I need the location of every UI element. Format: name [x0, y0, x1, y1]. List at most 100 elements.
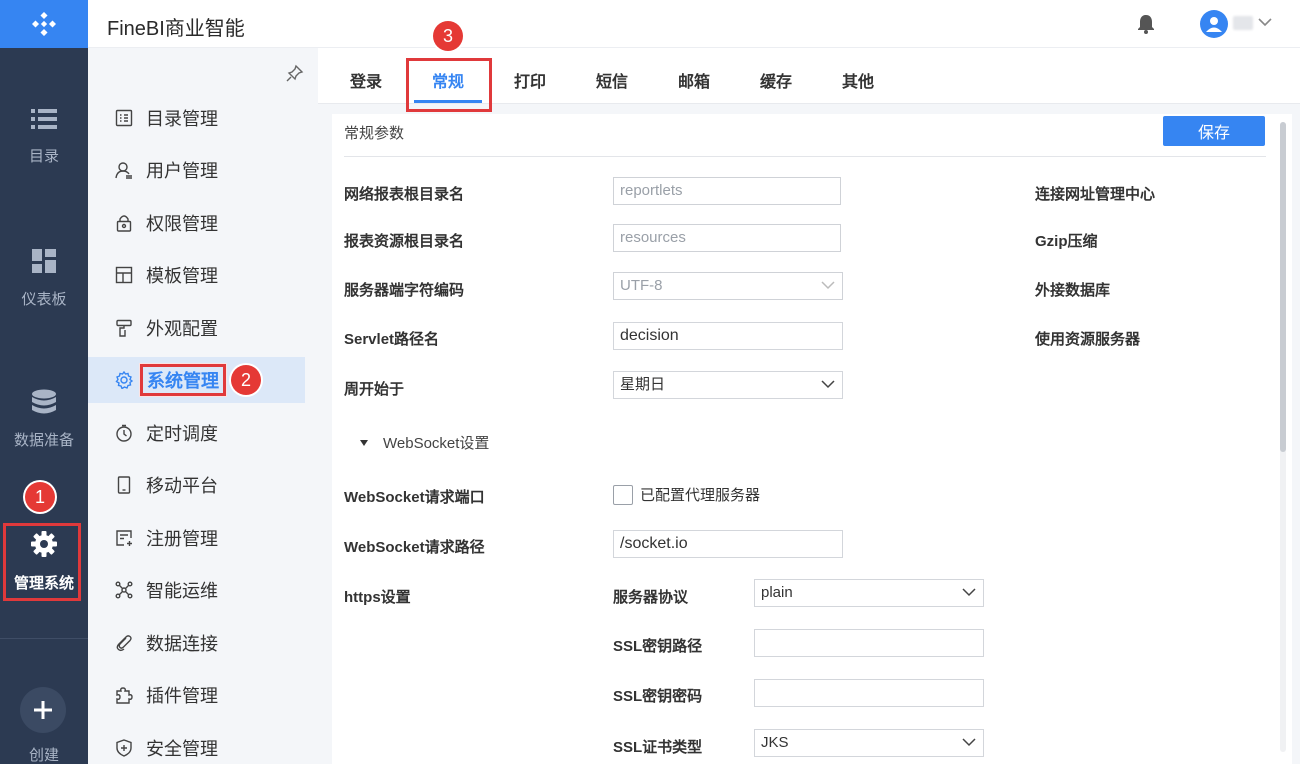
chevron-down-icon[interactable] [1258, 17, 1272, 27]
sidebar-item-ops[interactable]: 智能运维 [88, 567, 305, 613]
logo[interactable] [0, 0, 88, 48]
user-name-blurred[interactable] [1233, 16, 1253, 30]
panel-divider [344, 156, 1266, 157]
sidebar-item-security[interactable]: 安全管理 [88, 725, 305, 764]
proxy-server-checkbox[interactable]: 已配置代理服务器 [613, 484, 760, 505]
server-protocol-value: plain [761, 584, 793, 601]
timer-icon [116, 424, 132, 442]
tab-sms[interactable]: 短信 [596, 68, 628, 92]
tab-print[interactable]: 打印 [514, 68, 546, 92]
label-websocket-port: WebSocket请求端口 [344, 489, 485, 506]
sidebar-item-label: 移动平台 [146, 476, 218, 496]
callout-box-3 [406, 58, 492, 112]
label-report-resource-root: 报表资源根目录名 [344, 233, 465, 250]
label-ssl-cert-type: SSL证书类型 [613, 739, 703, 756]
gear-icon [115, 371, 133, 389]
avatar[interactable] [1200, 10, 1228, 38]
rail-item-label: 目录 [28, 148, 59, 165]
sidebar-item-catalog[interactable]: 目录管理 [88, 95, 305, 141]
rail-item-label: 仪表板 [21, 291, 67, 308]
label-week-start: 周开始于 [344, 381, 405, 398]
callout-badge-2: 2 [231, 365, 261, 395]
mobile-icon [117, 476, 131, 494]
list-icon [31, 109, 57, 129]
top-header: FineBI商业智能 [88, 0, 1300, 48]
puzzle-icon [116, 687, 133, 704]
label-url-management-center: 连接网址管理中心 [1035, 186, 1156, 203]
label-ssl-key-password: SSL密钥密码 [613, 688, 703, 705]
label-server-protocol: 服务器协议 [613, 589, 689, 606]
week-start-select[interactable]: 星期日 [613, 371, 843, 399]
label-web-report-root: 网络报表根目录名 [344, 186, 465, 203]
plus-icon [34, 701, 52, 719]
sidebar-item-label: 外观配置 [146, 319, 218, 339]
chevron-down-icon [821, 380, 835, 389]
sidebar-item-permissions[interactable]: 权限管理 [88, 200, 305, 246]
sidebar-item-label: 数据连接 [146, 634, 218, 654]
servlet-path-input[interactable]: decision [613, 322, 843, 350]
save-button[interactable]: 保存 [1163, 116, 1265, 146]
create-button[interactable] [20, 687, 66, 733]
label-resource-server: 使用资源服务器 [1035, 331, 1141, 348]
sidebar-item-label: 插件管理 [146, 686, 218, 706]
sidebar-item-label: 用户管理 [146, 161, 218, 181]
callout-badge-3: 3 [433, 21, 463, 51]
web-report-root-input[interactable]: reportlets [613, 177, 841, 205]
sidebar-item-label: 注册管理 [146, 529, 218, 549]
report-resource-root-input[interactable]: resources [613, 224, 841, 252]
label-https: https设置 [344, 589, 411, 606]
tab-other[interactable]: 其他 [842, 68, 874, 92]
app-root: 目录 仪表板 数据准备 管理系统 创建 FineBI商业智能 目录管理 用户管理… [0, 0, 1300, 764]
label-servlet-path: Servlet路径名 [344, 331, 440, 348]
create-label: 创建 [28, 747, 59, 764]
sidebar-item-mobile[interactable]: 移动平台 [88, 462, 305, 508]
rail-item-data-prep[interactable]: 数据准备 [0, 389, 88, 450]
ssl-key-path-input[interactable] [754, 629, 984, 657]
sidebar-item-appearance[interactable]: 外观配置 [88, 305, 305, 351]
sidebar-item-plugins[interactable]: 插件管理 [88, 672, 305, 718]
sidebar-item-label: 定时调度 [146, 424, 218, 444]
lock-icon [116, 215, 132, 232]
register-icon [116, 530, 132, 546]
pin-icon[interactable] [286, 64, 304, 82]
sidebar-item-data-connection[interactable]: 数据连接 [88, 620, 305, 666]
server-charset-select[interactable]: UTF-8 [613, 272, 843, 300]
ssl-cert-type-select[interactable]: JKS [754, 729, 984, 757]
logo-icon [32, 12, 56, 36]
sidebar-item-registration[interactable]: 注册管理 [88, 515, 305, 561]
label-websocket-path: WebSocket请求路径 [344, 539, 485, 556]
server-protocol-select[interactable]: plain [754, 579, 984, 607]
main-content: 登录 常规 打印 短信 邮箱 缓存 其他 常规参数 保存 网络报表根目录名 re… [318, 48, 1300, 764]
sidebar-item-label: 权限管理 [146, 214, 218, 234]
user-avatar-icon [1206, 17, 1222, 32]
template-icon [115, 266, 133, 284]
sidebar-item-scheduler[interactable]: 定时调度 [88, 410, 305, 456]
callout-badge-1: 1 [25, 482, 55, 512]
callout-box-1 [3, 523, 81, 601]
tab-login[interactable]: 登录 [350, 68, 382, 92]
label-gzip: Gzip压缩 [1035, 233, 1098, 250]
ssl-key-password-input[interactable] [754, 679, 984, 707]
sidebar-item-system[interactable]: 系统管理 [88, 357, 305, 403]
scrollbar-thumb[interactable] [1280, 122, 1286, 452]
rail-item-dashboard[interactable]: 仪表板 [0, 248, 88, 309]
tab-cache[interactable]: 缓存 [760, 68, 792, 92]
general-settings-panel: 常规参数 保存 网络报表根目录名 reportlets 报表资源根目录名 res… [332, 114, 1292, 764]
websocket-path-input[interactable]: /socket.io [613, 530, 843, 558]
rail-item-label: 数据准备 [13, 432, 74, 449]
admin-sidebar: 目录管理 用户管理 权限管理 模板管理 外观配置 系统管理 定时调度 移动平台 [88, 48, 318, 764]
sidebar-item-templates[interactable]: 模板管理 [88, 252, 305, 298]
network-icon [115, 581, 133, 599]
link-icon [116, 635, 132, 652]
label-external-db: 外接数据库 [1035, 282, 1111, 299]
rail-item-catalog[interactable]: 目录 [0, 107, 88, 166]
bell-icon[interactable] [1137, 14, 1155, 34]
websocket-section-toggle[interactable]: WebSocket设置 [359, 432, 489, 453]
tab-email[interactable]: 邮箱 [678, 68, 710, 92]
label-ssl-key-path: SSL密钥路径 [613, 638, 703, 655]
sidebar-item-users[interactable]: 用户管理 [88, 147, 305, 193]
nav-rail: 目录 仪表板 数据准备 管理系统 创建 [0, 0, 88, 764]
user-icon [115, 162, 132, 179]
checkbox-box[interactable] [613, 484, 633, 505]
sidebar-item-label: 智能运维 [146, 581, 218, 601]
